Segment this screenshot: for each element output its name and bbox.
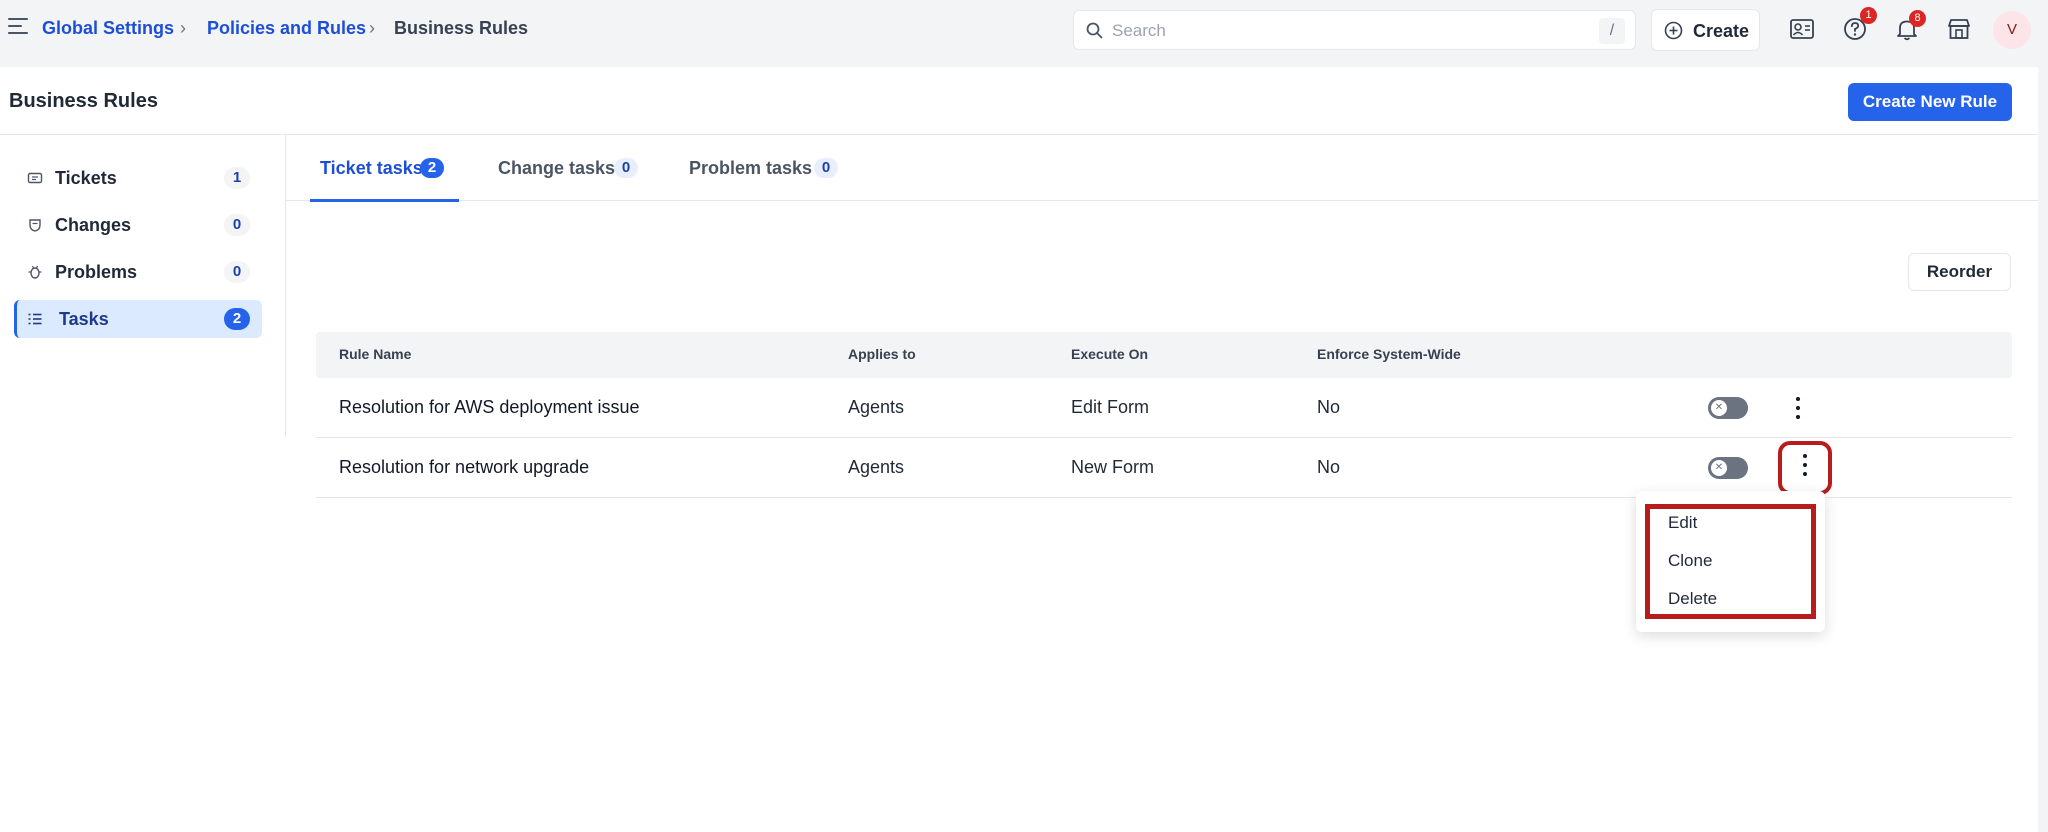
- help-badge: 1: [1860, 7, 1877, 24]
- bug-icon: [28, 265, 42, 279]
- kebab-dot: [1803, 472, 1807, 476]
- sidebar-item-label: Tasks: [59, 309, 109, 329]
- execute-on-cell: Edit Form: [1071, 397, 1150, 417]
- breadcrumb-separator-icon: ›: [180, 18, 186, 38]
- page-header: Business Rules Create New Rule: [0, 67, 2038, 135]
- enforce-cell: No: [1317, 457, 1341, 477]
- search-placeholder: Search: [1112, 21, 1166, 40]
- breadcrumb-business-rules: Business Rules: [394, 18, 529, 38]
- search-input[interactable]: Search /: [1073, 10, 1636, 50]
- rule-enabled-toggle[interactable]: ✕: [1708, 397, 1748, 419]
- sidebar-item-count: 2: [224, 308, 250, 330]
- rule-name-cell[interactable]: Resolution for AWS deployment issue: [339, 397, 639, 418]
- breadcrumb-global-settings[interactable]: Global Settings: [42, 18, 174, 39]
- kebab-dot: [1803, 463, 1807, 467]
- changes-icon: [29, 219, 41, 232]
- sidebar-item-count: 0: [224, 261, 250, 283]
- create-button[interactable]: Create: [1651, 9, 1760, 51]
- kebab-dot: [1796, 397, 1800, 401]
- tab-change-tasks[interactable]: Change tasks 0: [498, 135, 648, 201]
- enforce-cell: No: [1317, 397, 1341, 417]
- notifications-badge: 8: [1909, 10, 1926, 27]
- column-header-execute-on: Execute On: [1071, 346, 1149, 362]
- sidebar-item-tasks[interactable]: Tasks 2: [14, 300, 262, 338]
- menu-item-edit[interactable]: Edit: [1668, 513, 1697, 533]
- search-shortcut-key: /: [1599, 18, 1625, 44]
- contact-card-icon[interactable]: [1789, 16, 1815, 42]
- sidebar-item-label: Changes: [55, 215, 132, 235]
- tab-label: Ticket tasks: [320, 158, 423, 178]
- applies-to-cell: Agents: [848, 397, 905, 417]
- kebab-dot: [1796, 415, 1800, 419]
- store-icon[interactable]: [1946, 16, 1972, 42]
- plus-circle-icon: [1664, 21, 1683, 40]
- rule-name-cell[interactable]: Resolution for network upgrade: [339, 457, 589, 478]
- reorder-button[interactable]: Reorder: [1908, 253, 2011, 291]
- menu-item-clone[interactable]: Clone: [1668, 551, 1712, 571]
- tab-label: Problem tasks: [689, 158, 813, 178]
- toggle-off-icon: ✕: [1711, 400, 1727, 416]
- column-header-applies-to: Applies to: [848, 346, 916, 362]
- breadcrumb-policies-and-rules[interactable]: Policies and Rules: [207, 18, 366, 39]
- toggle-off-icon: ✕: [1711, 460, 1727, 476]
- table-header: Rule Name Applies to Execute On Enforce …: [316, 332, 2012, 378]
- sidebar-item-changes[interactable]: Changes 0: [14, 206, 262, 244]
- avatar[interactable]: V: [1993, 11, 2031, 49]
- breadcrumb-separator-icon: ›: [369, 18, 375, 38]
- tab-label: Change tasks: [498, 158, 616, 178]
- main-panel: Business Rules Create New Rule Tickets 1…: [0, 67, 2038, 832]
- tab-count: 2: [420, 158, 444, 178]
- active-tab-indicator: [310, 199, 459, 202]
- row-actions-menu-button[interactable]: [1778, 441, 1832, 495]
- sidebar-item-count: 1: [224, 167, 250, 189]
- search-icon: [1086, 22, 1103, 39]
- tasks-list-icon: [28, 313, 42, 325]
- applies-to-cell: Agents: [848, 457, 905, 477]
- create-button-label: Create: [1693, 21, 1750, 41]
- kebab-dot: [1803, 454, 1807, 458]
- sidebar: Tickets 1 Changes 0 Problems 0 Tasks 2: [0, 135, 286, 437]
- column-header-enforce-system-wide: Enforce System-Wide: [1317, 346, 1461, 362]
- tab-count: 0: [814, 158, 838, 178]
- sidebar-item-count: 0: [224, 214, 250, 236]
- kebab-dot: [1796, 406, 1800, 410]
- sidebar-item-label: Tickets: [55, 168, 117, 188]
- sidebar-item-label: Problems: [55, 262, 138, 282]
- execute-on-cell: New Form: [1071, 457, 1155, 477]
- tab-ticket-tasks[interactable]: Ticket tasks 2: [310, 135, 459, 202]
- menu-icon[interactable]: [8, 18, 28, 34]
- create-new-rule-button[interactable]: Create New Rule: [1848, 83, 2012, 121]
- table-row[interactable]: Resolution for AWS deployment issue Agen…: [316, 378, 2012, 438]
- menu-item-delete[interactable]: Delete: [1668, 589, 1717, 609]
- sidebar-item-tickets[interactable]: Tickets 1: [14, 159, 262, 197]
- table-row[interactable]: Resolution for network upgrade Agents Ne…: [316, 438, 2012, 498]
- tab-count: 0: [614, 158, 638, 178]
- tab-problem-tasks[interactable]: Problem tasks 0: [689, 135, 849, 201]
- column-header-rule-name: Rule Name: [339, 346, 412, 362]
- rule-enabled-toggle[interactable]: ✕: [1708, 457, 1748, 479]
- top-bar: Global Settings › Policies and Rules › B…: [0, 0, 2048, 58]
- page-title: Business Rules: [9, 90, 158, 112]
- row-actions-menu-button[interactable]: [1778, 388, 1818, 428]
- row-actions-dropdown: Edit Clone Delete: [1636, 491, 1825, 632]
- sidebar-item-problems[interactable]: Problems 0: [14, 253, 262, 291]
- task-tabs: Ticket tasks 2 Change tasks 0 Problem ta…: [286, 135, 2038, 202]
- ticket-icon: [27, 172, 43, 184]
